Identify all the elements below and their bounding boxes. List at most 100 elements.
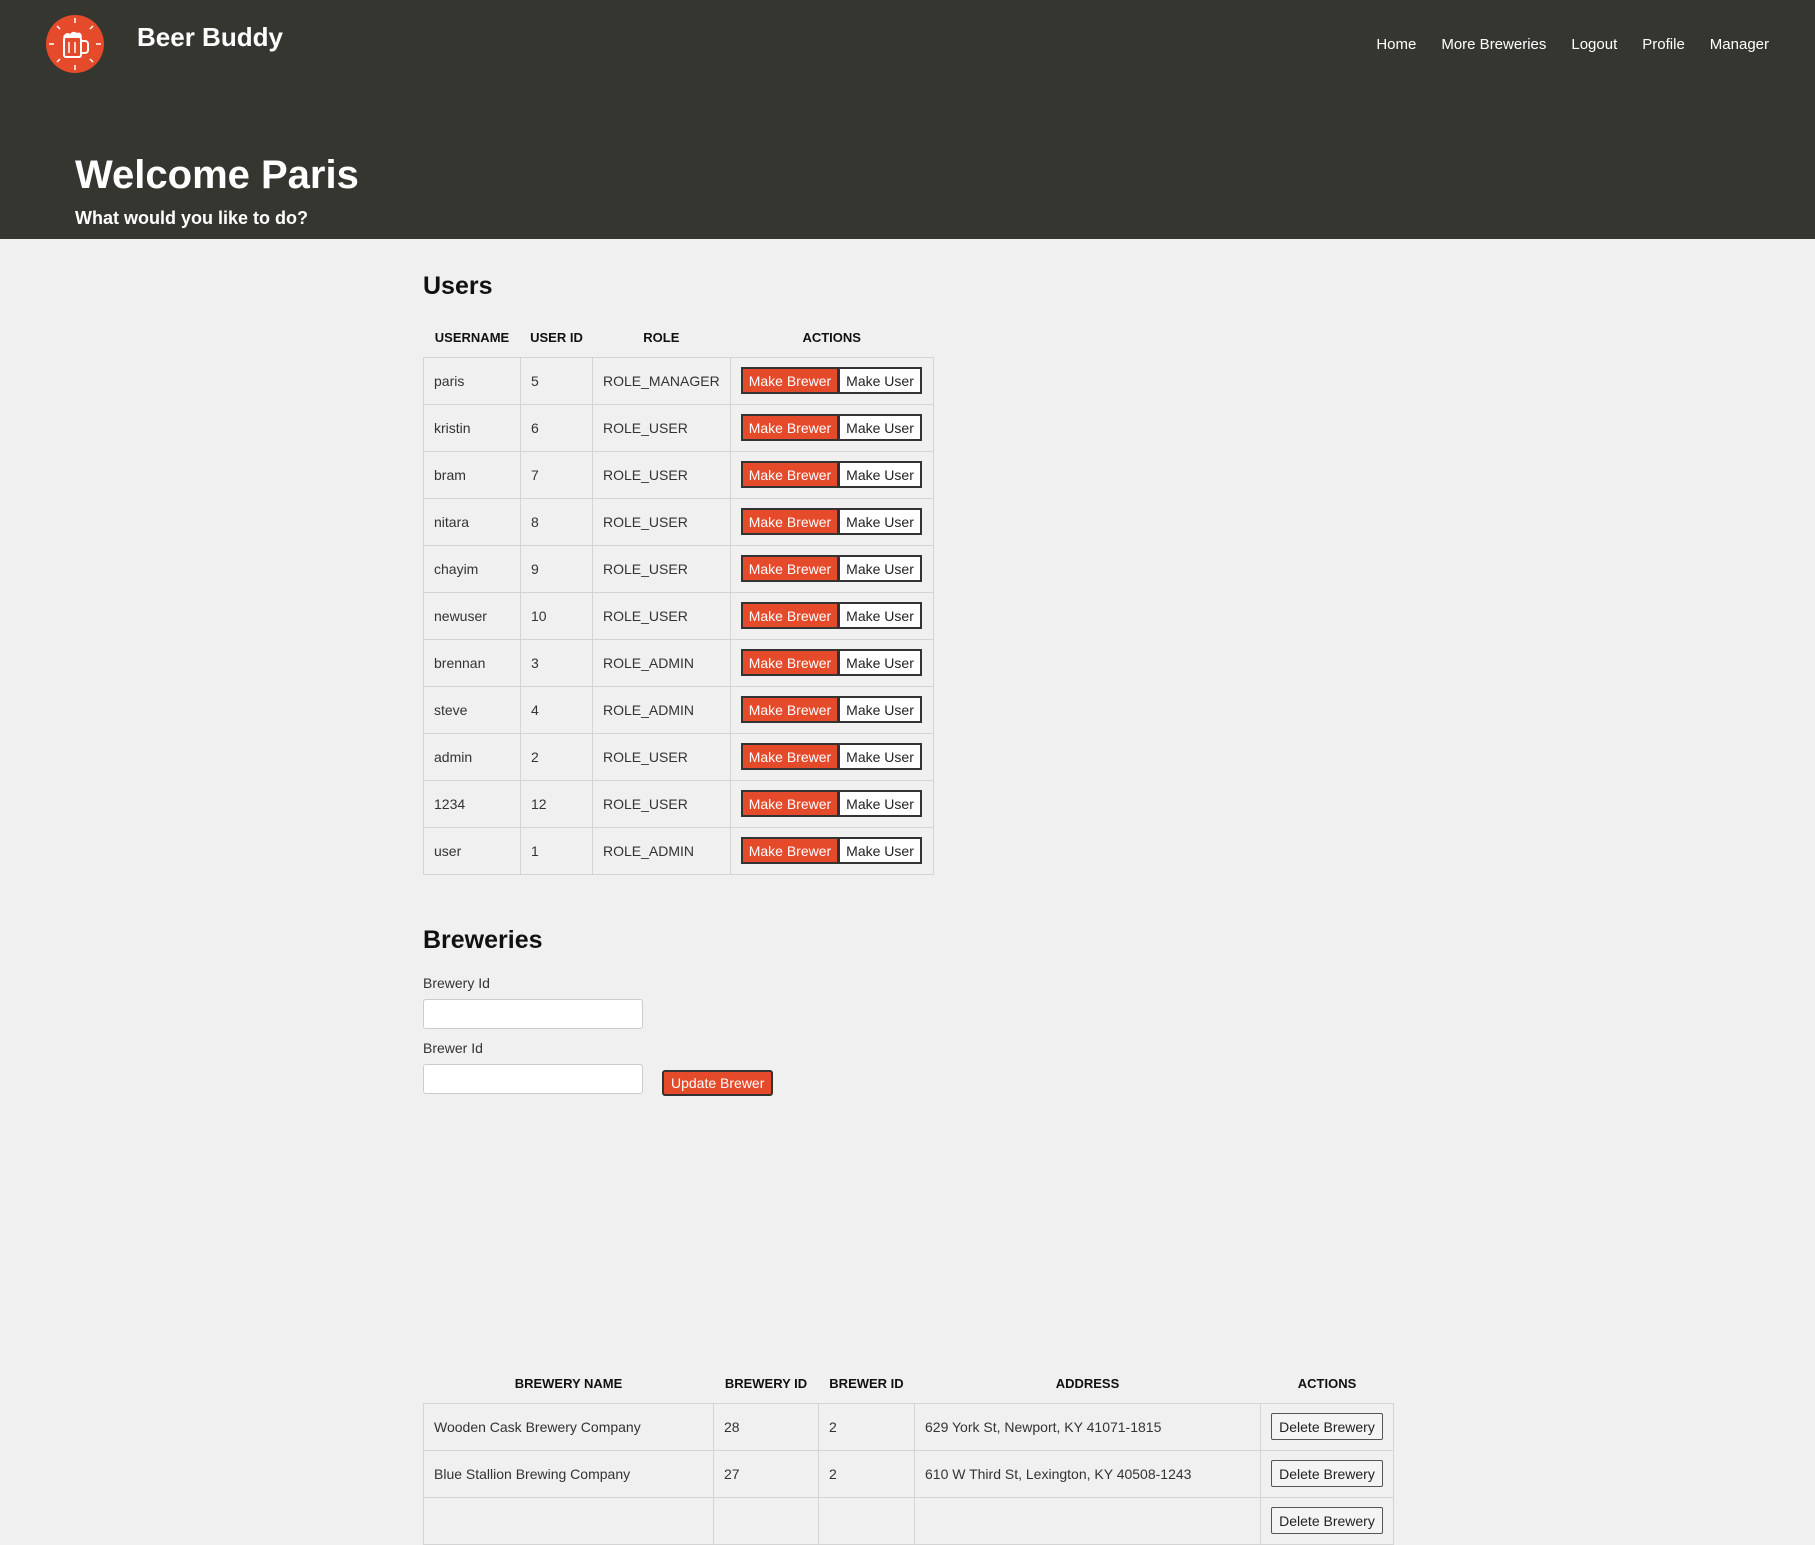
make-user-button[interactable]: Make User xyxy=(838,602,922,629)
role-cell: ROLE_USER xyxy=(592,591,731,640)
brewery-id-cell xyxy=(713,1496,819,1545)
actions-cell: Make Brewer Make User xyxy=(729,638,934,687)
user-id-cell: 4 xyxy=(520,685,593,734)
role-cell: ROLE_MANAGER xyxy=(592,356,731,405)
actions-cell: Make Brewer Make User xyxy=(729,732,934,781)
nav-home[interactable]: Home xyxy=(1376,36,1416,53)
make-user-button[interactable]: Make User xyxy=(838,414,922,441)
make-brewer-button[interactable]: Make Brewer xyxy=(740,367,840,394)
username-cell: kristin xyxy=(423,403,521,452)
username-cell: nitara xyxy=(423,497,521,546)
user-id-cell: 3 xyxy=(520,638,593,687)
user-id-cell: 10 xyxy=(520,591,593,640)
table-row: brennan 3 ROLE_ADMIN Make Brewer Make User xyxy=(423,638,934,687)
username-cell: newuser xyxy=(423,591,521,640)
brewery-name-cell: Wooden Cask Brewery Company xyxy=(423,1402,714,1451)
table-row: admin 2 ROLE_USER Make Brewer Make User xyxy=(423,732,934,781)
address-cell: 629 York St, Newport, KY 41071-1815 xyxy=(914,1402,1261,1451)
username-cell: paris xyxy=(423,356,521,405)
make-brewer-button[interactable]: Make Brewer xyxy=(740,555,840,582)
table-row: 1234 12 ROLE_USER Make Brewer Make User xyxy=(423,779,934,828)
make-user-button[interactable]: Make User xyxy=(838,508,922,535)
nav-manager[interactable]: Manager xyxy=(1710,36,1769,53)
table-row: newuser 10 ROLE_USER Make Brewer Make User xyxy=(423,591,934,640)
user-id-cell: 2 xyxy=(520,732,593,781)
table-row: chayim 9 ROLE_USER Make Brewer Make User xyxy=(423,544,934,593)
breweries-table-body: Wooden Cask Brewery Company 28 2 629 York S… xyxy=(423,1402,1394,1545)
brewery-id-cell: 27 xyxy=(713,1449,819,1498)
user-id-cell: 6 xyxy=(520,403,593,452)
make-user-button[interactable]: Make User xyxy=(838,696,922,723)
role-cell: ROLE_ADMIN xyxy=(592,638,731,687)
users-table: USERNAME USER ID ROLE ACTIONS paris 5 ROLE… xyxy=(423,318,934,875)
username-cell: bram xyxy=(423,450,521,499)
table-row: paris 5 ROLE_MANAGER Make Brewer Make User xyxy=(423,356,934,405)
column-header: ROLE xyxy=(643,329,680,345)
breweries-table-header: BREWERY NAME BREWERY ID BREWER ID ADDRES… xyxy=(424,1364,1394,1403)
brewery-id-label: Brewery Id xyxy=(423,975,490,991)
brewer-id-cell xyxy=(818,1496,915,1545)
table-row: bram 7 ROLE_USER Make Brewer Make User xyxy=(423,450,934,499)
actions-cell: Make Brewer Make User xyxy=(729,403,934,452)
address-cell: 610 W Third St, Lexington, KY 40508-1243 xyxy=(914,1449,1261,1498)
main-nav: Home More Breweries Logout Profile Manag… xyxy=(1376,36,1769,53)
role-cell: ROLE_USER xyxy=(592,732,731,781)
column-header: BREWERY ID xyxy=(724,1375,808,1391)
actions-cell: Make Brewer Make User xyxy=(729,356,934,405)
brewery-name-cell: Blue Stallion Brewing Company xyxy=(423,1449,714,1498)
username-cell: 1234 xyxy=(423,779,521,828)
actions-cell: Delete Brewery xyxy=(1260,1496,1394,1545)
make-brewer-button[interactable]: Make Brewer xyxy=(740,414,840,441)
role-cell: ROLE_ADMIN xyxy=(592,685,731,734)
brewery-id-input[interactable] xyxy=(423,999,643,1029)
breweries-table: BREWERY NAME BREWERY ID BREWER ID ADDRES… xyxy=(423,1364,1394,1545)
make-brewer-button[interactable]: Make Brewer xyxy=(740,508,840,535)
update-brewer-button[interactable]: Update Brewer xyxy=(662,1070,774,1096)
make-user-button[interactable]: Make User xyxy=(838,461,922,488)
make-brewer-button[interactable]: Make Brewer xyxy=(740,461,840,488)
brewer-id-label: Brewer Id xyxy=(423,1040,483,1056)
brewer-id-group: Brewer Id xyxy=(423,1040,643,1094)
table-row: Delete Brewery xyxy=(423,1496,1394,1545)
username-cell: steve xyxy=(423,685,521,734)
username-cell: admin xyxy=(423,732,521,781)
make-user-button[interactable]: Make User xyxy=(838,555,922,582)
users-section-title: Users xyxy=(423,272,493,300)
username-cell: brennan xyxy=(423,638,521,687)
nav-logout[interactable]: Logout xyxy=(1571,36,1617,53)
make-brewer-button[interactable]: Make Brewer xyxy=(740,837,840,864)
make-user-button[interactable]: Make User xyxy=(838,837,922,864)
nav-more-breweries[interactable]: More Breweries xyxy=(1441,36,1546,53)
breweries-section-title: Breweries xyxy=(423,926,543,954)
user-id-cell: 8 xyxy=(520,497,593,546)
actions-cell: Make Brewer Make User xyxy=(729,450,934,499)
delete-brewery-button[interactable]: Delete Brewery xyxy=(1271,1460,1383,1487)
make-brewer-button[interactable]: Make Brewer xyxy=(740,602,840,629)
make-user-button[interactable]: Make User xyxy=(838,743,922,770)
make-user-button[interactable]: Make User xyxy=(838,649,922,676)
brewery-id-cell: 28 xyxy=(713,1402,819,1451)
delete-brewery-button[interactable]: Delete Brewery xyxy=(1271,1507,1383,1534)
brewery-name-cell xyxy=(423,1496,714,1545)
users-table-body: paris 5 ROLE_MANAGER Make Brewer Make User kr… xyxy=(423,356,934,875)
make-user-button[interactable]: Make User xyxy=(838,790,922,817)
column-header: ACTIONS xyxy=(1297,1375,1357,1391)
username-cell: user xyxy=(423,826,521,875)
brewer-id-input[interactable] xyxy=(423,1064,643,1094)
make-brewer-button[interactable]: Make Brewer xyxy=(740,649,840,676)
column-header: ADDRESS xyxy=(1055,1375,1120,1391)
make-user-button[interactable]: Make User xyxy=(838,367,922,394)
address-cell xyxy=(914,1496,1261,1545)
beer-mug-icon[interactable] xyxy=(46,15,104,73)
make-brewer-button[interactable]: Make Brewer xyxy=(740,790,840,817)
role-cell: ROLE_USER xyxy=(592,544,731,593)
make-brewer-button[interactable]: Make Brewer xyxy=(740,696,840,723)
column-header: BREWER ID xyxy=(829,1375,904,1391)
header: Beer Buddy Home More Breweries Logout Pr… xyxy=(0,0,1815,239)
nav-profile[interactable]: Profile xyxy=(1642,36,1685,53)
actions-cell: Make Brewer Make User xyxy=(729,779,934,828)
brand-name[interactable]: Beer Buddy xyxy=(137,22,283,53)
delete-brewery-button[interactable]: Delete Brewery xyxy=(1271,1413,1383,1440)
actions-cell: Make Brewer Make User xyxy=(729,497,934,546)
make-brewer-button[interactable]: Make Brewer xyxy=(740,743,840,770)
